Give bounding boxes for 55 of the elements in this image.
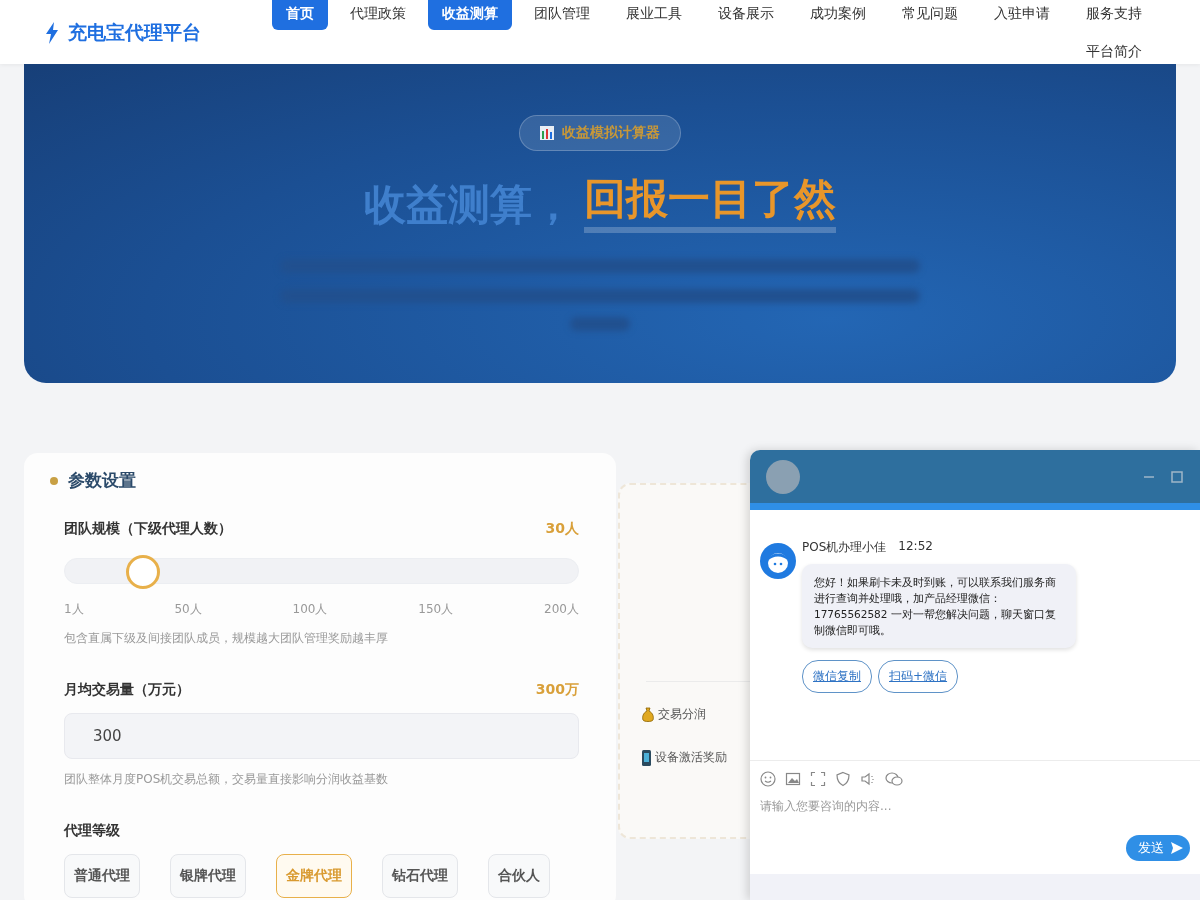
quick-reply-button[interactable]: 扫码+微信 bbox=[878, 660, 959, 693]
card-title: 参数设置 bbox=[68, 469, 136, 492]
screenshot-icon[interactable] bbox=[810, 771, 826, 787]
bar-chart-icon bbox=[540, 126, 554, 140]
field-label: 代理等级 bbox=[64, 822, 121, 840]
reward-label: 设备激活奖励 bbox=[655, 749, 727, 766]
agent-avatar-icon bbox=[760, 543, 796, 579]
money-bag-icon bbox=[642, 706, 654, 723]
badge-text: 收益模拟计算器 bbox=[562, 124, 660, 142]
nav-link[interactable]: 展业工具 bbox=[612, 0, 696, 30]
nav-link[interactable]: 代理政策 bbox=[336, 0, 420, 30]
hero-title-highlight: 回报一目了然 bbox=[584, 177, 836, 233]
chat-bubbles-icon[interactable] bbox=[885, 771, 903, 787]
maximize-icon[interactable] bbox=[1170, 469, 1184, 484]
speaker-icon[interactable] bbox=[860, 771, 876, 787]
field-hint: 团队整体月度POS机交易总额，交易量直接影响分润收益基数 bbox=[64, 771, 390, 788]
slider-thumb[interactable] bbox=[125, 555, 160, 589]
reward-label: 交易分润 bbox=[658, 706, 706, 723]
brand-name: 充电宝代理平台 bbox=[68, 20, 201, 45]
lightning-icon bbox=[44, 22, 60, 44]
phone-icon bbox=[642, 749, 651, 766]
agent-name: POS机办理小佳 bbox=[802, 539, 887, 556]
tick-label: 200人 bbox=[544, 601, 579, 618]
tier-option[interactable]: 普通代理 bbox=[64, 854, 140, 898]
tier-option[interactable]: 钻石代理 bbox=[382, 854, 458, 898]
tick-label: 1人 bbox=[64, 601, 84, 618]
nav-link[interactable]: 服务支持 bbox=[1072, 0, 1156, 30]
field-hint: 包含直属下级及间接团队成员，规模越大团队管理奖励越丰厚 bbox=[64, 630, 389, 647]
nav-link[interactable]: 入驻申请 bbox=[980, 0, 1064, 30]
number-field[interactable]: 300 bbox=[64, 713, 579, 759]
nav-link[interactable]: 团队管理 bbox=[520, 0, 604, 30]
field-label: 团队规模（下级代理人数） bbox=[64, 520, 232, 538]
tier-option[interactable]: 合伙人 bbox=[488, 854, 550, 898]
field-value: 30人 bbox=[545, 520, 579, 538]
nav-link[interactable]: 收益测算 bbox=[428, 0, 512, 30]
tick-label: 150人 bbox=[418, 601, 454, 618]
message-time: 12:52 bbox=[898, 539, 933, 555]
nav-link[interactable]: 平台简介 bbox=[1072, 38, 1156, 68]
field-value: 300万 bbox=[535, 681, 579, 699]
nav-link[interactable]: 首页 bbox=[272, 0, 328, 30]
tick-label: 100人 bbox=[292, 601, 328, 618]
image-icon[interactable] bbox=[785, 771, 801, 787]
tier-option[interactable]: 银牌代理 bbox=[170, 854, 246, 898]
field-label: 月均交易量（万元） bbox=[64, 681, 190, 699]
tick-label: 50人 bbox=[174, 601, 202, 618]
shield-icon[interactable] bbox=[835, 771, 851, 787]
send-icon bbox=[1170, 841, 1184, 855]
nav-link[interactable]: 常见问题 bbox=[888, 0, 972, 30]
nav-link[interactable]: 成功案例 bbox=[796, 0, 880, 30]
bullet-dot-icon bbox=[50, 476, 58, 485]
avatar-icon bbox=[766, 459, 800, 494]
nav-link[interactable]: 设备展示 bbox=[704, 0, 788, 30]
emoji-icon[interactable] bbox=[760, 771, 776, 787]
message-bubble: 您好！如果刷卡未及时到账，可以联系我们服务商进行查询并处理哦，加产品经理微信：17765562582 一对一帮您解决问题，聊天窗口复制微信即可哦。 bbox=[802, 564, 1076, 648]
quick-reply-button[interactable]: 微信复制 bbox=[802, 660, 872, 693]
